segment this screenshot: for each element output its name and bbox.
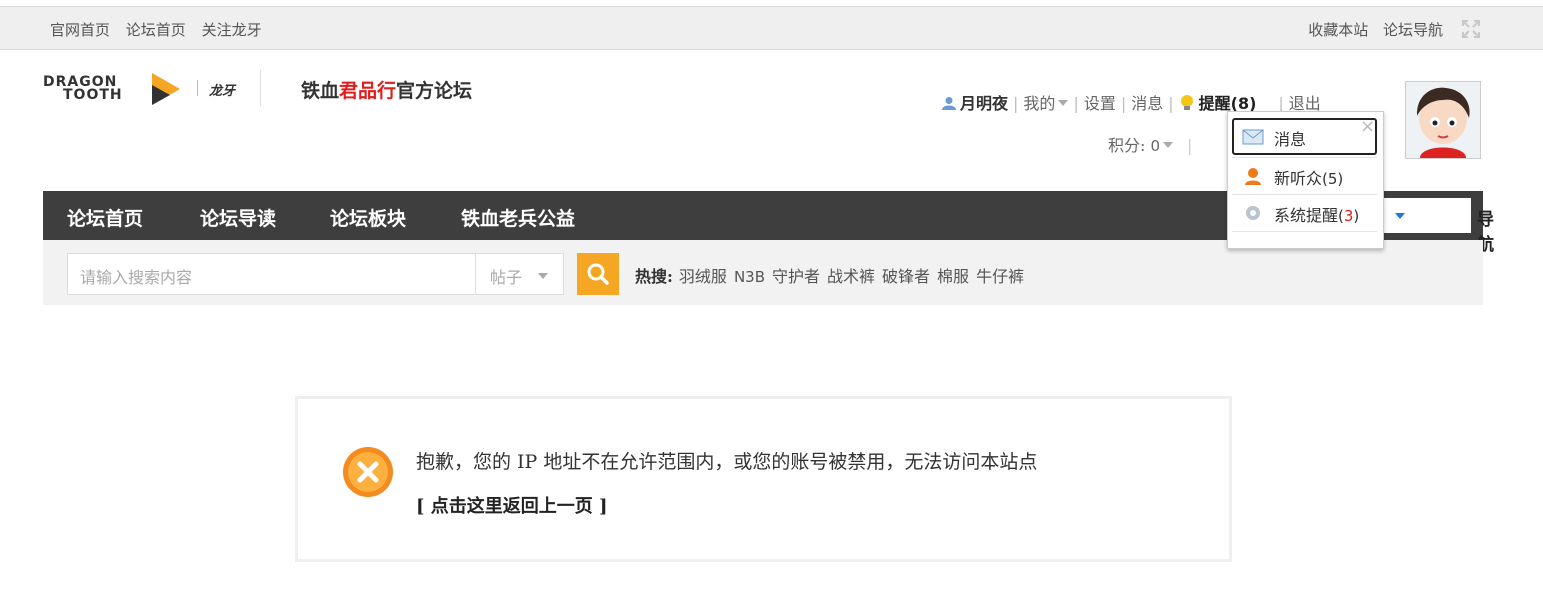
- score-value: 0: [1150, 137, 1161, 155]
- chevron-down-icon: [1163, 142, 1174, 148]
- label-text: 新听众: [1274, 169, 1323, 188]
- nav-forum-guide[interactable]: 论坛导读: [200, 204, 276, 231]
- hot-term[interactable]: N3B: [734, 268, 765, 286]
- my-menu[interactable]: 我的: [1023, 94, 1069, 113]
- user-icon: [942, 97, 956, 110]
- chevron-down-icon: [1058, 100, 1069, 106]
- search-bar: 请输入搜索内容 帖子 热搜: 羽绒服 N3B 守护者 战术裤 破锋者 棉服 牛仔裤: [43, 240, 1483, 305]
- remind-label: 提醒: [1198, 94, 1231, 113]
- settings-link[interactable]: 设置: [1084, 94, 1116, 113]
- score-label: 积分:: [1108, 136, 1151, 155]
- link-bookmark-site[interactable]: 收藏本站: [1308, 21, 1368, 39]
- search-button[interactable]: [577, 253, 619, 295]
- nav-veterans-charity[interactable]: 铁血老兵公益: [461, 204, 575, 231]
- hot-term[interactable]: 羽绒服: [679, 267, 727, 286]
- link-forum-nav[interactable]: 论坛导航: [1383, 21, 1443, 39]
- dropdown-item-label: 系统提醒(3): [1274, 202, 1359, 226]
- person-icon: [1245, 168, 1261, 185]
- top-bar-left-links: 官网首页 论坛首页 关注龙牙: [50, 19, 273, 40]
- top-bar: 官网首页 论坛首页 关注龙牙 收藏本站 论坛导航: [0, 6, 1543, 50]
- label-count: (5): [1322, 170, 1344, 188]
- label-text: 系统提醒: [1274, 206, 1339, 225]
- error-x-icon: [343, 447, 393, 497]
- hot-search: 热搜: 羽绒服 N3B 守护者 战术裤 破锋者 棉服 牛仔裤: [635, 263, 1031, 287]
- error-message-text: 抱歉，您的 IP 地址不在允许范围内，或您的账号被禁用，无法访问本站点: [416, 451, 1038, 473]
- logo-longya-text: 龙牙: [209, 84, 236, 99]
- dropdown-item-system-reminders[interactable]: 系统提醒(3): [1232, 194, 1377, 231]
- dropdown-divider: [1232, 231, 1377, 232]
- avatar-image: [1406, 82, 1480, 158]
- dropdown-item-new-followers[interactable]: 新听众(5): [1232, 157, 1377, 194]
- hot-term[interactable]: 战术裤: [827, 267, 875, 286]
- nav-forum-boards[interactable]: 论坛板块: [330, 204, 406, 231]
- link-forum-home[interactable]: 论坛首页: [126, 21, 186, 39]
- messages-link[interactable]: 消息: [1131, 94, 1163, 113]
- link-official-home[interactable]: 官网首页: [50, 21, 110, 39]
- chevron-down-icon: [1395, 213, 1405, 219]
- hot-term[interactable]: 破锋者: [882, 267, 930, 286]
- avatar[interactable]: [1405, 81, 1481, 159]
- fullscreen-icon[interactable]: [1461, 19, 1481, 39]
- lightbulb-icon: [1180, 95, 1193, 110]
- forum-title-highlight: 君品行: [339, 80, 397, 102]
- hot-search-label: 热搜:: [635, 267, 673, 286]
- search-icon: [587, 263, 609, 285]
- hot-term[interactable]: 守护者: [772, 267, 820, 286]
- chevron-down-icon: [538, 273, 548, 279]
- logo-divider-2: [260, 70, 261, 106]
- logo-divider: [197, 80, 198, 96]
- link-follow-longya[interactable]: 关注龙牙: [202, 21, 262, 39]
- dropdown-item-label: 新听众(5): [1274, 165, 1343, 189]
- back-link[interactable]: [ 点击这里返回上一页 ]: [416, 492, 608, 518]
- dropdown-item-messages[interactable]: 消息: [1232, 118, 1377, 155]
- score-display[interactable]: 积分: 0 |: [1108, 132, 1192, 156]
- error-message-box: 抱歉，您的 IP 地址不在允许范围内，或您的账号被禁用，无法访问本站点 [ 点击…: [295, 396, 1232, 562]
- label-count-num: 3: [1343, 207, 1354, 225]
- dropdown-item-label: 消息: [1274, 130, 1307, 149]
- hot-term[interactable]: 棉服: [937, 267, 969, 286]
- label-count-close: ): [1353, 207, 1360, 225]
- username-link[interactable]: 月明夜: [960, 94, 1008, 113]
- my-menu-label: 我的: [1023, 94, 1056, 113]
- hot-term[interactable]: 牛仔裤: [976, 267, 1024, 286]
- search-input[interactable]: 请输入搜索内容: [67, 253, 476, 295]
- logo-arrow-icon: [152, 73, 180, 105]
- top-bar-right-links: 收藏本站 论坛导航: [1298, 19, 1443, 40]
- envelope-icon: [1242, 129, 1264, 145]
- logo-line-tooth: TOOTH: [63, 87, 123, 103]
- forum-title-suffix: 官方论坛: [396, 80, 473, 102]
- search-type-selected: 帖子: [490, 268, 523, 287]
- nav-forum-home[interactable]: 论坛首页: [67, 204, 143, 231]
- forum-title-prefix: 铁血: [301, 80, 340, 102]
- gear-icon: [1246, 206, 1260, 220]
- dragon-tooth-logo[interactable]: DRAGON TOOTH: [43, 75, 123, 103]
- search-type-select[interactable]: 帖子: [475, 253, 564, 295]
- remind-dropdown: × 消息 新听众(5) 系统提醒(3): [1227, 111, 1384, 249]
- forum-title[interactable]: 铁血君品行官方论坛: [301, 76, 472, 103]
